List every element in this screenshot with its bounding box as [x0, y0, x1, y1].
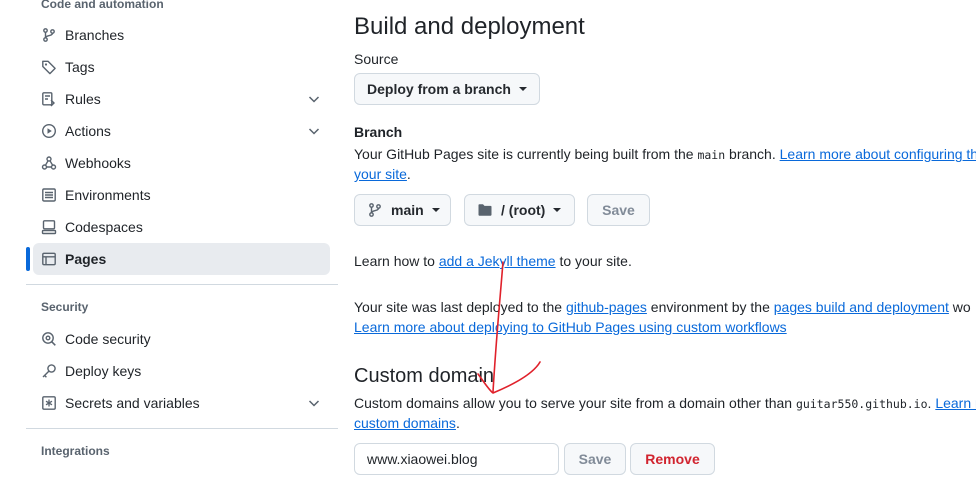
sidebar-item-label: Rules — [65, 91, 101, 107]
learn-more-configuring-link[interactable]: Learn more about configuring th — [780, 146, 976, 162]
folder-select-value: / (root) — [501, 202, 546, 218]
deployed-text: environment by the — [646, 299, 774, 315]
settings-sidebar: Code and automation Branches Tags Rules … — [0, 0, 340, 479]
caret-down-icon — [431, 208, 440, 212]
custom-domain-remove-button[interactable]: Remove — [630, 443, 715, 475]
source-select-value: Deploy from a branch — [367, 81, 511, 97]
branch-description: Your GitHub Pages site is currently bein… — [354, 146, 976, 162]
pages-build-deployment-link[interactable]: pages build and deployment — [774, 299, 949, 315]
period-text: . — [406, 166, 411, 182]
sidebar-divider — [26, 428, 338, 429]
default-domain-code: guitar550.github.io — [795, 397, 928, 411]
branch-select-value: main — [391, 202, 424, 218]
sidebar-item-rules[interactable]: Rules — [33, 83, 330, 115]
sidebar-item-label: Secrets and variables — [65, 395, 200, 411]
sidebar-item-label: Pages — [65, 251, 107, 267]
folder-select-button[interactable]: / (root) — [464, 194, 575, 226]
sidebar-item-label: Environments — [65, 187, 151, 203]
secrets-icon — [41, 395, 57, 411]
jekyll-theme-text: Learn how to add a Jekyll theme to your … — [354, 253, 632, 269]
sidebar-item-label: Webhooks — [65, 155, 131, 171]
sidebar-item-deploy-keys[interactable]: Deploy keys — [33, 355, 330, 387]
source-label: Source — [354, 51, 399, 67]
chevron-down-icon[interactable] — [306, 91, 322, 107]
custom-domain-input[interactable] — [354, 443, 559, 475]
key-icon — [41, 363, 57, 379]
branch-name-code: main — [697, 148, 726, 162]
sidebar-item-label: Code security — [65, 331, 151, 347]
deployed-text: wo — [948, 299, 971, 315]
sidebar-item-secrets-and-variables[interactable]: Secrets and variables — [33, 387, 330, 419]
custom-domain-title: Custom domain — [354, 365, 495, 387]
sidebar-item-codespaces[interactable]: Codespaces — [33, 211, 330, 243]
sidebar-item-tags[interactable]: Tags — [33, 51, 330, 83]
learn-more-custom-domain-link[interactable]: Learn m — [935, 395, 976, 411]
branch-desc-text: branch. — [725, 146, 780, 162]
webhooks-icon — [41, 155, 57, 171]
integrations-heading: Integrations — [41, 444, 110, 458]
sidebar-item-environments[interactable]: Environments — [33, 179, 330, 211]
chevron-down-icon[interactable] — [306, 123, 322, 139]
sidebar-item-label: Actions — [65, 123, 111, 139]
source-select-button[interactable]: Deploy from a branch — [354, 73, 540, 105]
custom-domains-link[interactable]: custom domains — [354, 415, 456, 431]
active-indicator — [26, 247, 30, 271]
sidebar-item-actions[interactable]: Actions — [33, 115, 330, 147]
branch-description-line2: your site. — [354, 166, 411, 182]
sidebar-item-label: Branches — [65, 27, 125, 43]
jekyll-text: Learn how to — [354, 253, 439, 269]
custom-workflows-line: Learn more about deploying to GitHub Pag… — [354, 319, 787, 335]
branch-save-button[interactable]: Save — [587, 194, 650, 226]
your-site-link[interactable]: your site — [354, 166, 407, 182]
branch-select-button[interactable]: main — [354, 194, 451, 226]
caret-down-icon — [553, 208, 562, 212]
sidebar-item-label: Tags — [65, 59, 95, 75]
chevron-down-icon[interactable] — [306, 395, 322, 411]
add-jekyll-theme-link[interactable]: add a Jekyll theme — [439, 253, 556, 269]
custom-workflows-link[interactable]: Learn more about deploying to GitHub Pag… — [354, 319, 787, 335]
sidebar-item-label: Deploy keys — [65, 363, 142, 379]
sidebar-item-code-security[interactable]: Code security — [33, 323, 330, 355]
period-text: . — [455, 415, 460, 431]
branch-icon — [41, 27, 57, 43]
sidebar-item-pages[interactable]: Pages — [33, 243, 330, 275]
branch-icon — [367, 202, 383, 218]
environments-icon — [41, 187, 57, 203]
actions-icon — [41, 123, 57, 139]
github-pages-env-link[interactable]: github-pages — [566, 299, 647, 315]
pages-icon — [41, 251, 57, 267]
jekyll-text: to your site. — [555, 253, 632, 269]
custom-domain-description-line2: custom domains. — [354, 415, 460, 431]
caret-down-icon — [518, 87, 527, 91]
build-deployment-title: Build and deployment — [354, 13, 585, 40]
custom-domain-text: Custom domains allow you to serve your s… — [354, 395, 796, 411]
branch-label: Branch — [354, 124, 403, 140]
pages-settings-main: Build and deployment Source Deploy from … — [354, 0, 976, 479]
deployed-text: Your site was last deployed to the — [354, 299, 566, 315]
security-heading: Security — [41, 300, 89, 314]
last-deployed-text: Your site was last deployed to the githu… — [354, 299, 971, 315]
sidebar-item-branches[interactable]: Branches — [33, 19, 330, 51]
folder-icon — [477, 202, 493, 218]
code-automation-heading: Code and automation — [41, 0, 164, 11]
tag-icon — [41, 59, 57, 75]
code-security-icon — [41, 331, 57, 347]
custom-domain-save-button[interactable]: Save — [564, 443, 626, 475]
sidebar-item-webhooks[interactable]: Webhooks — [33, 147, 330, 179]
sidebar-item-label: Codespaces — [65, 219, 143, 235]
branch-desc-text: Your GitHub Pages site is currently bein… — [354, 146, 698, 162]
codespaces-icon — [41, 219, 57, 235]
custom-domain-description: Custom domains allow you to serve your s… — [354, 395, 976, 411]
sidebar-divider — [26, 284, 338, 285]
rules-icon — [41, 91, 57, 107]
